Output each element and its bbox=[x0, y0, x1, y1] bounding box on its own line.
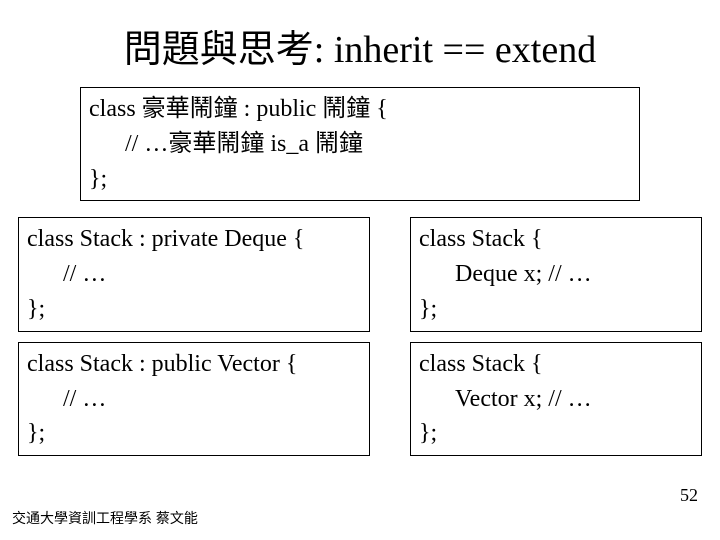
code-line: }; bbox=[419, 292, 693, 327]
code-line: class Stack : private Deque { bbox=[27, 222, 361, 257]
footer-text: 交通大學資訓工程學系 蔡文能 bbox=[12, 508, 198, 528]
code-box-vector-member: class Stack { Vector x; // … }; bbox=[410, 342, 702, 456]
code-box-public-vector: class Stack : public Vector { // … }; bbox=[18, 342, 370, 456]
code-line: Vector x; // … bbox=[419, 382, 693, 417]
code-line: // …豪華鬧鐘 is_a 鬧鐘 bbox=[89, 127, 631, 162]
code-line: class Stack { bbox=[419, 347, 693, 382]
code-box-inherit-example: class 豪華鬧鐘 : public 鬧鐘 { // …豪華鬧鐘 is_a 鬧… bbox=[80, 87, 640, 201]
left-column: class Stack : private Deque { // … }; cl… bbox=[18, 217, 370, 456]
code-line: }; bbox=[89, 162, 631, 197]
code-line: class Stack : public Vector { bbox=[27, 347, 361, 382]
code-box-private-deque: class Stack : private Deque { // … }; bbox=[18, 217, 370, 331]
code-box-deque-member: class Stack { Deque x; // … }; bbox=[410, 217, 702, 331]
code-line: // … bbox=[27, 257, 361, 292]
code-row: class Stack : private Deque { // … }; cl… bbox=[0, 217, 720, 456]
code-line: }; bbox=[27, 292, 361, 327]
page-number: 52 bbox=[680, 485, 698, 506]
code-line: class 豪華鬧鐘 : public 鬧鐘 { bbox=[89, 92, 631, 127]
code-line: // … bbox=[27, 382, 361, 417]
slide-title: 問題與思考: inherit == extend bbox=[0, 0, 720, 87]
code-line: }; bbox=[419, 416, 693, 451]
code-line: class Stack { bbox=[419, 222, 693, 257]
code-line: }; bbox=[27, 416, 361, 451]
code-line: Deque x; // … bbox=[419, 257, 693, 292]
right-column: class Stack { Deque x; // … }; class Sta… bbox=[410, 217, 702, 456]
